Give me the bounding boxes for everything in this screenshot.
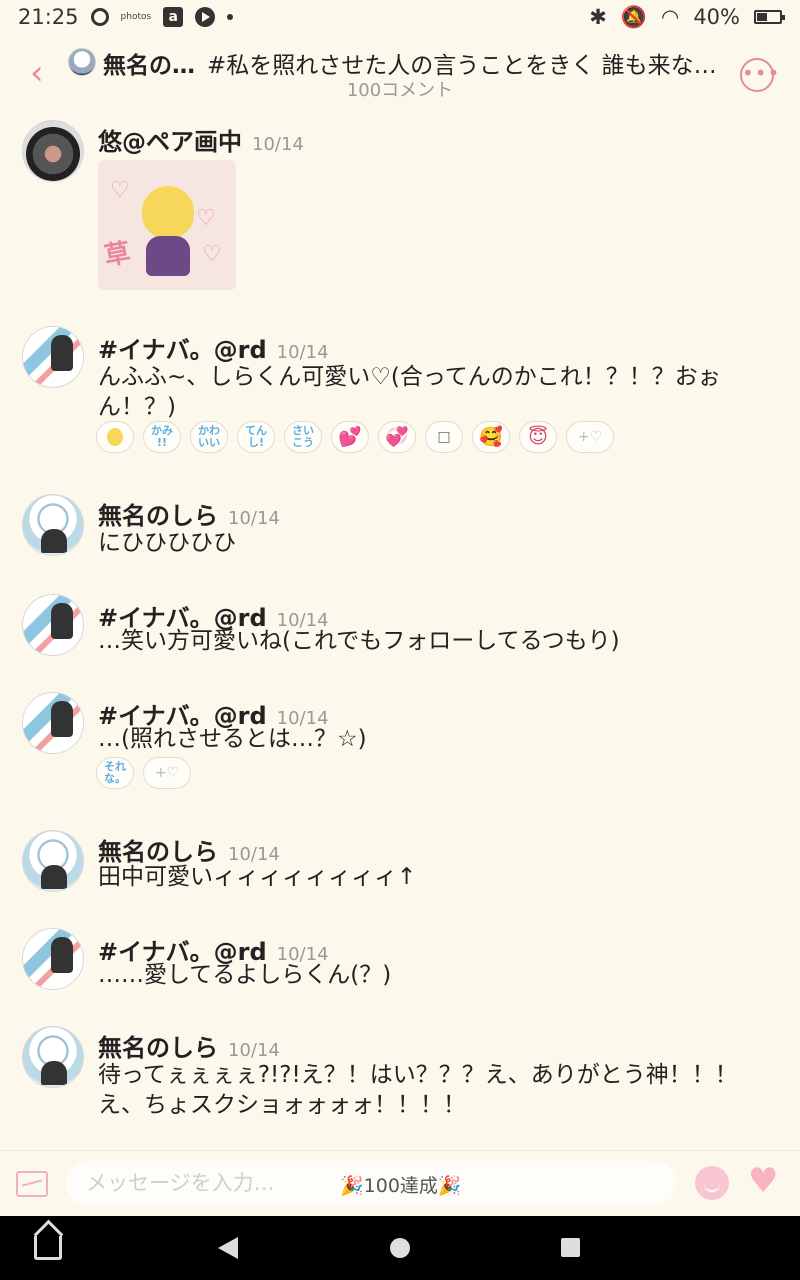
reaction-smiling-hearts[interactable]: 🥰 — [472, 421, 510, 453]
play-icon — [195, 7, 216, 27]
message-author[interactable]: 無名のしら 10/14 — [98, 496, 280, 531]
amazon-icon: a — [163, 7, 184, 27]
chat-header: ‹ 無名の… #私を照れさせた人の言うことをきく 誰も来な… 100コメント ••… — [0, 36, 800, 106]
sticker-text: 草 — [102, 237, 133, 272]
add-reaction-button[interactable]: +♡ — [143, 757, 191, 789]
message-text: にひひひひひ — [98, 530, 236, 556]
avatar[interactable] — [22, 830, 84, 892]
reaction-saikou[interactable]: さい こう — [284, 421, 322, 453]
reaction-revolving-hearts[interactable]: 💞 — [378, 421, 416, 453]
nav-home-circle-icon[interactable] — [390, 1238, 410, 1258]
circle-app-icon — [90, 8, 109, 26]
message-text: …笑い方可愛いね(これでもフォローしてるつもり) — [98, 628, 620, 654]
heart-decoration: ♡ — [196, 206, 216, 231]
message-text: 田中可愛いィィィィィィィィ↑ — [98, 864, 417, 890]
avatar[interactable] — [22, 692, 84, 754]
character-face — [142, 186, 194, 238]
reaction-kawaii[interactable]: かわ いい — [190, 421, 228, 453]
status-time: 21:25 — [18, 5, 79, 29]
heart-decoration: ♡ — [110, 178, 130, 203]
battery-icon — [754, 10, 785, 24]
image-icon[interactable] — [16, 1171, 48, 1197]
reaction-chibi[interactable] — [96, 421, 134, 453]
message-text: 待ってぇぇぇぇ?!?!え？！はい？？？え、ありがとう神！！！え、ちょスクショォォ… — [98, 1062, 738, 1118]
message-date: 10/14 — [276, 342, 329, 363]
nav-back-icon[interactable] — [218, 1237, 238, 1259]
message-input-bar: 🎉100達成🎉 ♥ — [0, 1150, 800, 1216]
message-author[interactable]: 無名のしら 10/14 — [98, 1028, 280, 1063]
avatar[interactable] — [22, 928, 84, 990]
character-body — [146, 236, 190, 276]
reaction-list: かみ !! かわ いい てん し! さい こう 💕 💞 □ 🥰 😇 +♡ — [96, 421, 614, 453]
heart-icon[interactable]: ♥ — [748, 1161, 778, 1201]
message-author[interactable]: 悠@ペア画中 10/14 — [98, 122, 304, 157]
avatar[interactable] — [22, 326, 84, 388]
more-options-icon[interactable]: ••• — [740, 58, 779, 92]
avatar[interactable] — [22, 594, 84, 656]
avatar[interactable] — [22, 494, 84, 556]
photos-icon: photos — [120, 12, 152, 22]
message-text: ……愛してるよしらくん(？) — [98, 962, 392, 988]
status-bar: 21:25 photos a ✱ 🔕 ◠ 40% — [0, 0, 800, 34]
avatar[interactable] — [22, 120, 84, 182]
system-nav-bar — [0, 1216, 800, 1280]
wifi-icon: ◠ — [660, 5, 680, 29]
sticker-image[interactable]: ♡ ♡ ♡ 草 — [98, 160, 236, 290]
celebration-label: 🎉100達成🎉 — [340, 1175, 462, 1197]
chat-title: 無名の… #私を照れさせた人の言うことをきく 誰も来な… — [103, 46, 733, 80]
reaction-list: それ な。 +♡ — [96, 757, 191, 789]
home-icon[interactable] — [34, 1236, 62, 1260]
message-author[interactable]: #イナバ。@rd 10/14 — [98, 330, 329, 365]
heart-decoration: ♡ — [202, 242, 222, 267]
bluetooth-icon: ✱ — [589, 5, 607, 29]
reaction-tenshi[interactable]: てん し! — [237, 421, 275, 453]
reaction-sorena[interactable]: それ な。 — [96, 757, 134, 789]
nav-recents-icon[interactable] — [561, 1238, 580, 1257]
message-date: 10/14 — [228, 1040, 280, 1061]
reaction-kami[interactable]: かみ !! — [143, 421, 181, 453]
reaction-unknown[interactable]: □ — [425, 421, 463, 453]
reaction-two-hearts[interactable]: 💕 — [331, 421, 369, 453]
message-date: 10/14 — [228, 508, 280, 529]
battery-percent: 40% — [693, 5, 740, 29]
avatar[interactable] — [22, 1026, 84, 1088]
message-date: 10/14 — [252, 134, 304, 155]
more-notifications-icon — [227, 14, 234, 20]
add-reaction-button[interactable]: +♡ — [566, 421, 614, 453]
message-text: …(照れさせるとは…？☆) — [98, 726, 367, 752]
message-text: んふふ~、しらくん可愛い♡(合ってんのかこれ！？！？おぉん！？) — [98, 364, 721, 420]
mute-icon: 🔕 — [620, 4, 647, 29]
smile-icon[interactable] — [695, 1166, 729, 1200]
comment-count: 100コメント — [346, 80, 454, 101]
group-avatar[interactable] — [68, 48, 96, 76]
reaction-halo[interactable]: 😇 — [519, 421, 557, 453]
